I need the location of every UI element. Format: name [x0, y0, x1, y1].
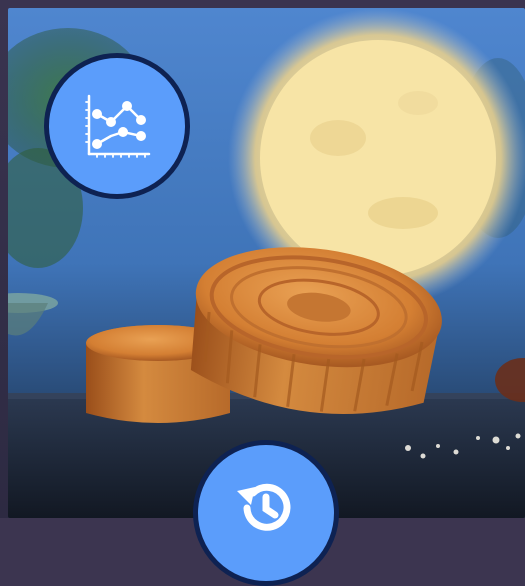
- line-chart-icon: [85, 94, 151, 158]
- app-frame: [0, 0, 525, 586]
- history-button[interactable]: [193, 440, 339, 586]
- history-icon: [237, 483, 291, 531]
- chart-button[interactable]: [44, 53, 190, 199]
